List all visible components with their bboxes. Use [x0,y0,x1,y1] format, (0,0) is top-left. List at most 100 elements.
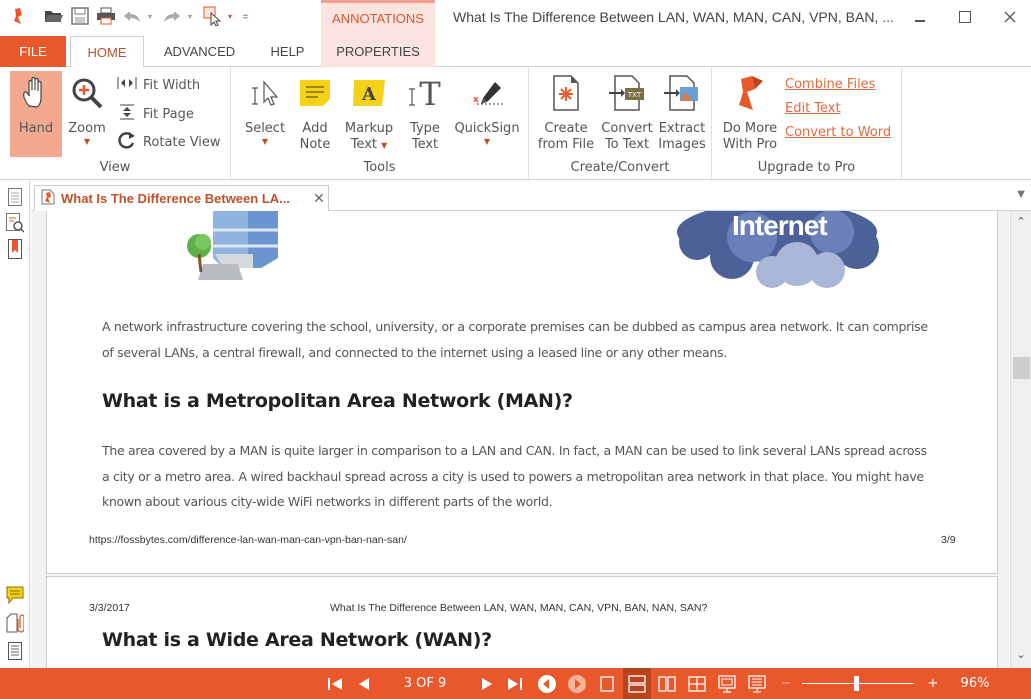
pdf-page-3: Internet A network infrastructure coveri… [46,211,998,574]
select-dropdown-icon: ▼ [261,137,269,146]
rotate-icon [117,131,137,153]
tab-list-dropdown-icon[interactable]: ▼ [1017,189,1025,200]
continuous-facing-view-button[interactable] [685,668,709,699]
next-page-icon [482,677,492,690]
app-logo-icon[interactable] [8,6,28,26]
edit-text-link[interactable]: Edit Text [785,101,841,116]
attachments-panel-icon[interactable] [5,613,25,633]
close-tab-icon[interactable]: ✕ [310,191,328,207]
full-screen-button[interactable] [715,668,739,699]
hand-label: Hand [18,121,54,136]
svg-text:T: T [419,77,441,109]
paragraph-line: The area covered by a MAN is quite large… [102,443,927,458]
create-from-file-button[interactable]: Create from File [535,71,597,153]
add-note-button[interactable]: Add Note [293,71,337,153]
redo-icon[interactable] [162,6,182,26]
extract-images-button[interactable]: Extract Images [655,71,709,153]
close-window-button[interactable] [990,5,1030,29]
redo-dropdown-icon[interactable]: ▾ [188,12,196,21]
tab-home[interactable]: HOME [70,36,144,68]
continuous-view-button[interactable] [623,668,651,699]
page-indicator[interactable]: 3 OF 9 [395,668,455,699]
navigation-pane [0,181,30,668]
document-tab[interactable]: What Is The Difference Between LA... ✕ [34,185,329,212]
create-file-icon [535,71,597,115]
search-panel-icon[interactable] [5,213,25,233]
scroll-down-icon[interactable]: ⌄ [1011,648,1031,666]
create-label-2: from File [537,137,595,152]
page-header-title: What Is The Difference Between LAN, WAN,… [330,602,708,614]
zoom-in-button[interactable]: + [925,668,941,699]
last-page-icon [508,677,522,690]
wan-heading: What is a Wide Area Network (WAN)? [102,629,492,651]
extract-label-2: Images [658,137,706,152]
tab-advanced[interactable]: ADVANCED [152,36,247,67]
fit-width-button[interactable]: Fit Width [117,76,200,94]
quicksign-button[interactable]: x QuickSign ▼ [451,71,523,147]
markup-label-2: Text [350,137,377,152]
document-viewer[interactable]: Internet A network infrastructure coveri… [31,211,1009,668]
save-icon[interactable] [70,6,90,26]
print-icon[interactable] [96,6,116,26]
customize-toolbar-icon[interactable]: ≑ [242,12,250,21]
type-text-button[interactable]: T Type Text [403,71,447,153]
maximize-button[interactable] [945,5,985,29]
paragraph-line: known about various city-wide WiFi netwo… [102,494,553,509]
zoom-percent-label[interactable]: 96% [955,668,995,699]
minimize-button[interactable] [900,5,940,29]
convert-label-1: Convert [601,121,653,136]
hand-button[interactable]: Hand [10,71,62,157]
zoom-label: Zoom [68,121,106,136]
combine-files-link[interactable]: Combine Files [785,77,875,92]
fit-width-icon [117,76,137,94]
group-upgrade: Do More With Pro Combine Files Edit Text… [712,67,902,179]
markup-label-1: Markup [344,121,394,136]
internet-label: Internet [732,211,828,241]
scroll-up-icon[interactable]: ⌃ [1011,215,1031,233]
quick-access-toolbar: ▾ ▾ ▾ ≑ [8,6,250,26]
window-title: What Is The Difference Between LAN, WAN,… [453,9,894,25]
previous-page-button[interactable] [352,668,376,699]
svg-text:x: x [473,95,479,105]
layers-panel-icon[interactable] [5,641,25,661]
single-page-view-button[interactable] [595,668,619,699]
quicksign-label: QuickSign [454,121,520,136]
vertical-scrollbar[interactable]: ⌃ ⌄ [1010,211,1031,668]
zoom-button[interactable]: Zoom ▼ [64,71,110,147]
next-view-button[interactable] [565,668,589,699]
scrollbar-thumb[interactable] [1013,357,1030,379]
group-tools: Select ▼ Add Note A Markup Text ▼ T Type… [231,67,529,179]
fit-page-button[interactable]: Fit Page [117,104,194,124]
first-page-button[interactable] [323,668,347,699]
open-folder-icon[interactable] [44,6,64,26]
zoom-out-button[interactable]: − [778,668,794,699]
select-tool-icon[interactable] [202,6,222,26]
select-dropdown-icon[interactable]: ▾ [228,12,236,21]
markup-text-button[interactable]: A Markup Text ▼ [341,71,397,153]
zoom-slider-thumb[interactable] [854,676,859,691]
do-more-with-pro-button[interactable]: Do More With Pro [718,71,782,153]
tab-file[interactable]: FILE [0,36,66,67]
first-page-icon [328,677,342,690]
pages-panel-icon[interactable] [5,187,25,207]
undo-icon[interactable] [122,6,142,26]
convert-to-word-link[interactable]: Convert to Word [785,125,891,140]
undo-dropdown-icon[interactable]: ▾ [148,12,156,21]
title-bar: ▾ ▾ ▾ ≑ ANNOTATIONS What Is The Differen… [0,0,1031,70]
facing-view-button[interactable] [655,668,679,699]
convert-to-text-button[interactable]: TXT Convert To Text [599,71,655,153]
document-tab-title: What Is The Difference Between LA... [61,191,290,206]
forward-circle-icon [568,674,586,693]
campus-network-paragraph: A network infrastructure covering the sc… [102,314,962,365]
rotate-view-button[interactable]: Rotate View [117,131,221,153]
tab-properties[interactable]: PROPERTIES [321,36,435,67]
last-page-button[interactable] [503,668,527,699]
presentation-view-button[interactable] [745,668,769,699]
bookmarks-panel-icon[interactable] [5,239,25,259]
internet-cloud-illustration: Internet [677,211,907,292]
tab-help[interactable]: HELP [260,36,315,67]
next-page-button[interactable] [475,668,499,699]
select-button[interactable]: Select ▼ [241,71,289,147]
comments-panel-icon[interactable] [5,585,25,605]
previous-view-button[interactable] [535,668,559,699]
